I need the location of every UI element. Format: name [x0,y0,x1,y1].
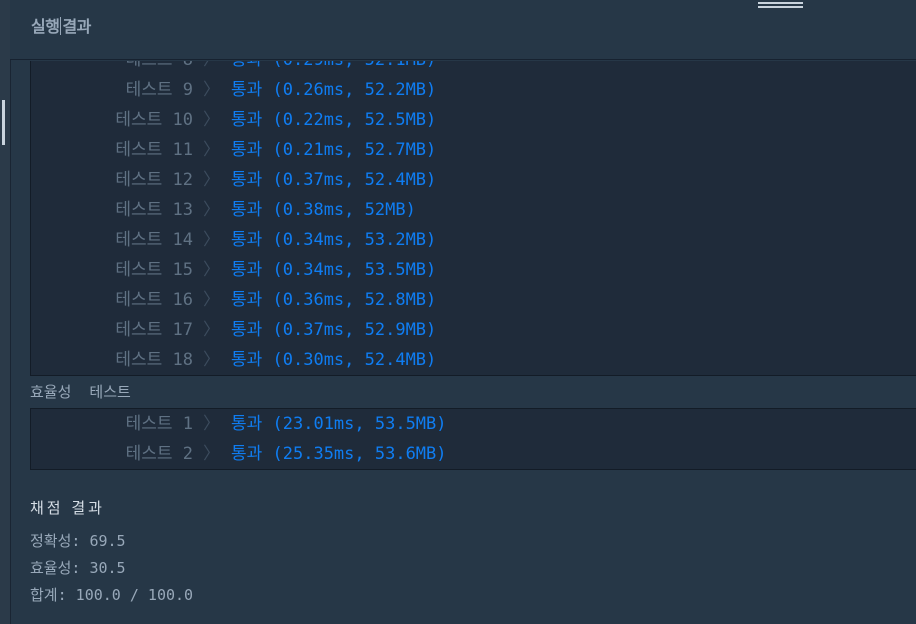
test-label: 테스트 12 [115,170,193,190]
test-result-value: 통과 (0.34ms, 53.5MB) [231,260,437,280]
chevron-right-icon: 〉 [203,140,220,160]
test-result-row: 테스트 13 〉 통과 (0.38ms, 52MB) [31,195,916,225]
left-gutter [0,0,11,624]
test-label: 테스트 15 [115,260,193,280]
test-result-row: 테스트 12 〉 통과 (0.37ms, 52.4MB) [31,165,916,195]
result-header: 실행 결과 [10,0,916,60]
page-title: 실행 결과 [31,13,91,37]
test-result-row: 테스트 16 〉 통과 (0.36ms, 52.8MB) [31,285,916,315]
test-result-value: 통과 (0.29ms, 52.1MB) [231,61,436,75]
gutter-resize-handle[interactable] [2,100,5,145]
test-label: 테스트 11 [115,140,193,160]
test-label: 테스트 1 [125,414,193,434]
test-result-value: 통과 (23.01ms, 53.5MB) [231,414,447,434]
chevron-right-icon: 〉 [203,170,220,190]
chevron-right-icon: 〉 [203,80,220,100]
test-result-row: 테스트 9 〉 통과 (0.26ms, 52.2MB) [31,75,916,105]
chevron-right-icon: 〉 [203,230,220,250]
efficiency-title-a: 효율성 [30,383,72,401]
test-result-value: 통과 (0.30ms, 52.4MB) [231,350,437,370]
efficiency-title-b: 테스트 [89,383,131,401]
test-label: 테스트 18 [115,350,193,370]
test-result-row: 테스트 14 〉 통과 (0.34ms, 53.2MB) [31,225,916,255]
test-result-value: 통과 (0.36ms, 52.8MB) [231,290,437,310]
test-label: 테스트 10 [115,110,193,130]
test-label: 테스트 8 [126,61,193,75]
test-result-value: 통과 (0.38ms, 52MB) [231,200,416,220]
test-result-row: 테스트 15 〉 통과 (0.34ms, 53.5MB) [31,255,916,285]
chevron-right-icon: 〉 [203,350,220,370]
test-result-row: 테스트 8 〉 통과 (0.29ms, 52.1MB) [31,61,916,75]
test-result-row: 테스트 18 〉 통과 (0.30ms, 52.4MB) [31,345,916,375]
test-result-value: 통과 (0.34ms, 53.2MB) [231,230,437,250]
efficiency-score: 효율성: 30.5 [30,559,126,577]
title-part-2: 결과 [62,17,91,36]
chevron-right-icon: 〉 [203,290,220,310]
chevron-right-icon: 〉 [203,200,220,220]
chevron-right-icon: 〉 [203,61,220,75]
total-score: 합계: 100.0 / 100.0 [30,586,194,604]
efficiency-test-list: 테스트 1 〉 통과 (23.01ms, 53.5MB) 테스트 2 〉 통과 (25.3… [30,408,916,470]
chevron-right-icon: 〉 [203,444,220,464]
chevron-right-icon: 〉 [203,110,220,130]
chevron-right-icon: 〉 [203,260,220,280]
test-result-value: 통과 (0.21ms, 52.7MB) [231,140,437,160]
efficiency-section-title: 효율성 테스트 [30,376,916,408]
test-result-row: 테스트 17 〉 통과 (0.37ms, 52.9MB) [31,315,916,345]
chevron-right-icon: 〉 [203,320,220,340]
title-part-1: 실행 [31,17,60,36]
scoring-summary: 채점 결과 정확성: 69.5 효율성: 30.5 합계: 100.0 / 10… [30,497,193,609]
test-result-value: 통과 (25.35ms, 53.6MB) [231,444,447,464]
test-result-row: 테스트 1 〉 통과 (23.01ms, 53.5MB) [31,409,916,439]
panel-resize-handle[interactable] [758,2,803,10]
test-result-row: 테스트 2 〉 통과 (25.35ms, 53.6MB) [31,439,916,469]
test-result-value: 통과 (0.22ms, 52.5MB) [231,110,437,130]
test-output: 테스트 8 〉 통과 (0.29ms, 52.1MB) 테스트 9 〉 통과 (0.26m… [30,61,916,470]
test-result-row: 테스트 11 〉 통과 (0.21ms, 52.7MB) [31,135,916,165]
test-result-value: 통과 (0.37ms, 52.4MB) [231,170,437,190]
test-result-row: 테스트 10 〉 통과 (0.22ms, 52.5MB) [31,105,916,135]
test-label: 테스트 13 [115,200,193,220]
test-result-value: 통과 (0.37ms, 52.9MB) [231,320,437,340]
test-result-value: 통과 (0.26ms, 52.2MB) [231,80,437,100]
accuracy-score: 정확성: 69.5 [30,532,126,550]
test-label: 테스트 16 [115,290,193,310]
result-panel: 실행결과 테스트 8 〉 통과 (0.29ms, 52.1MB) 테스트 9 〉 통과 (… [0,0,916,624]
scoring-title: 채점 결과 [30,499,105,517]
test-label: 테스트 14 [115,230,193,250]
chevron-right-icon: 〉 [203,414,220,434]
test-label: 테스트 9 [125,80,193,100]
test-label: 테스트 2 [125,444,193,464]
accuracy-test-list: 테스트 8 〉 통과 (0.29ms, 52.1MB) 테스트 9 〉 통과 (0.26m… [30,61,916,376]
test-label: 테스트 17 [115,320,193,340]
